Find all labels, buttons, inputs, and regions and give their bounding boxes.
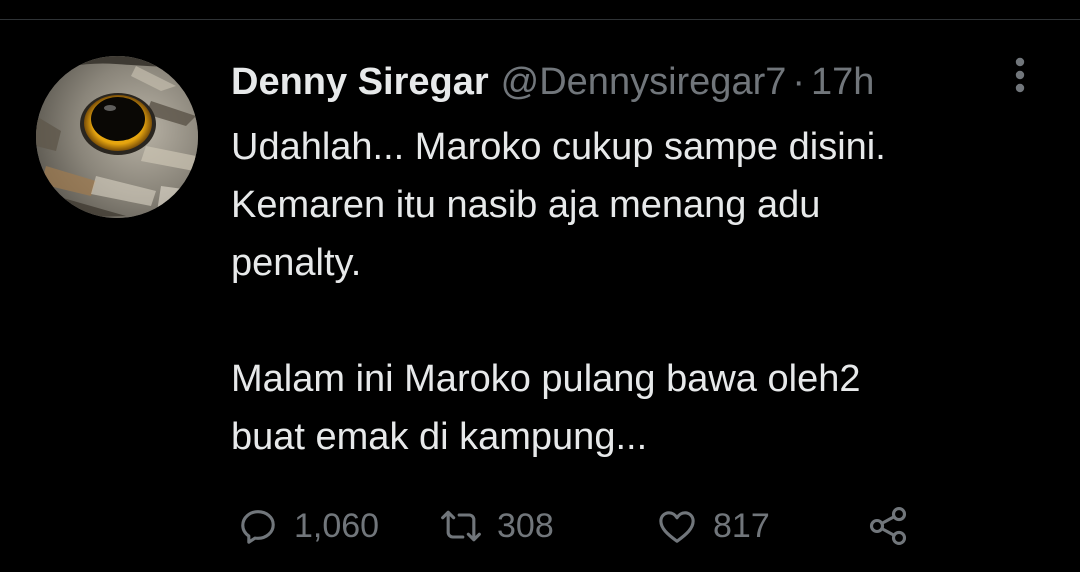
retweet-icon xyxy=(439,504,483,548)
like-button[interactable]: 817 xyxy=(655,502,770,550)
tweet-time[interactable]: 17h xyxy=(811,61,874,104)
separator-dot: · xyxy=(792,60,806,103)
retweet-count: 308 xyxy=(497,506,554,545)
tweet-header: Denny Siregar @Dennysiregar7 · 17h xyxy=(231,58,874,106)
more-options-button[interactable] xyxy=(1004,56,1036,96)
share-icon xyxy=(866,504,910,548)
heart-icon xyxy=(655,504,699,548)
owl-eye-icon xyxy=(36,56,198,218)
reply-icon xyxy=(236,504,280,548)
more-vertical-icon xyxy=(1015,57,1025,93)
retweet-button[interactable]: 308 xyxy=(439,502,554,550)
author-name[interactable]: Denny Siregar xyxy=(231,61,489,104)
top-divider xyxy=(0,19,1080,20)
reply-count: 1,060 xyxy=(294,506,380,545)
reply-button[interactable]: 1,060 xyxy=(236,502,379,550)
tweet-text: Udahlah... Maroko cukup sampe disini. Ke… xyxy=(231,126,886,458)
like-count: 817 xyxy=(713,506,770,545)
avatar[interactable] xyxy=(36,56,198,218)
author-handle[interactable]: @Dennysiregar7 xyxy=(501,61,787,104)
share-button[interactable] xyxy=(866,502,910,550)
